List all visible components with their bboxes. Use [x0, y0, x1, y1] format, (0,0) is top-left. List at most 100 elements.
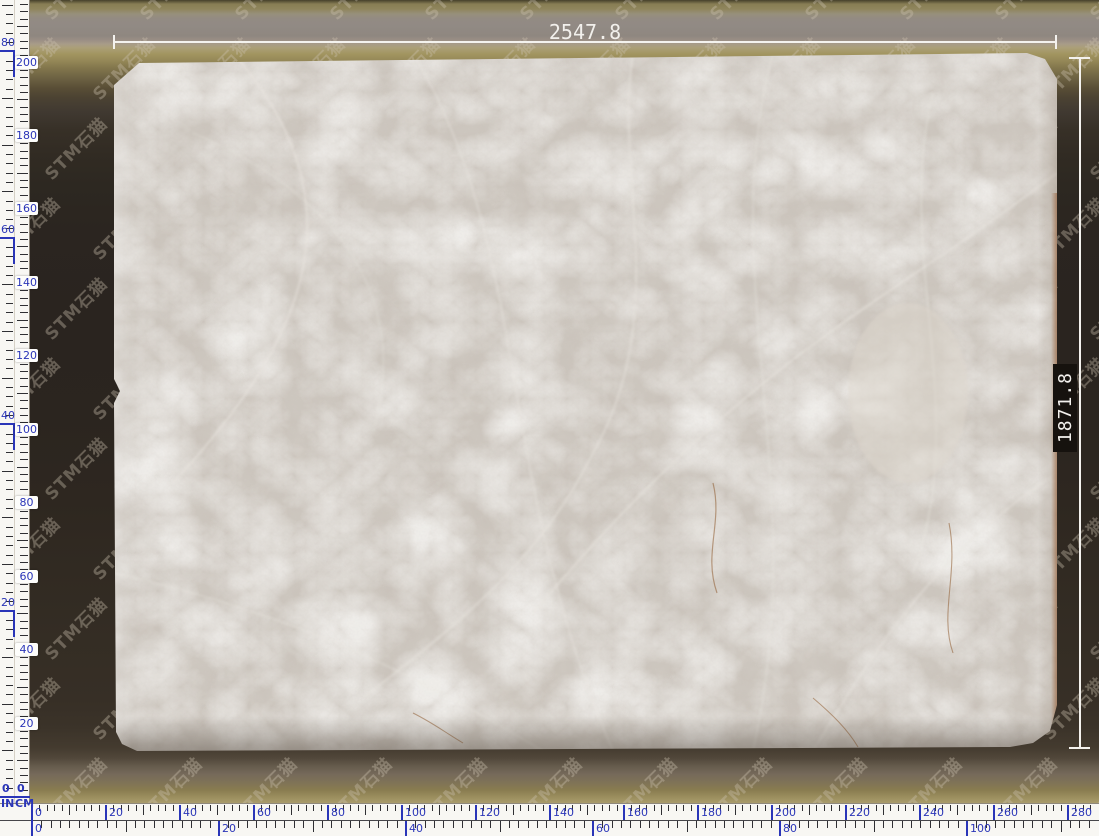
ruler-tick: [20, 525, 28, 526]
ruler-label: 200: [15, 56, 38, 69]
ruler-tick: [654, 805, 655, 811]
ruler-tick: [640, 821, 641, 828]
ruler-tick: [2, 191, 13, 192]
width-dimension-left-tick: [113, 35, 115, 49]
ruler-tick: [677, 821, 678, 828]
ruler-tick: [6, 536, 13, 537]
ruler-tick: [549, 805, 551, 820]
ruler-tick: [20, 599, 28, 600]
ruler-label: 120: [479, 807, 500, 819]
ruler-tick: [6, 322, 13, 323]
ruler-tick: [20, 555, 28, 556]
ruler-tick: [20, 790, 28, 791]
ruler-tick: [20, 386, 28, 387]
ruler-tick: [378, 821, 379, 828]
ruler-tick: [20, 481, 28, 482]
ruler-tick: [20, 702, 28, 703]
ruler-tick: [439, 805, 440, 815]
ruler-tick: [6, 732, 13, 733]
ruler-tick: [966, 821, 968, 836]
ruler-tick: [845, 805, 847, 820]
ruler-tick: [742, 805, 743, 811]
ruler-label: 160: [627, 807, 648, 819]
ruler-tick: [387, 821, 388, 828]
ruler-tick: [565, 821, 566, 828]
ruler-tick: [165, 805, 166, 811]
ruler-tick: [13, 611, 15, 637]
ruler-tick: [20, 591, 28, 592]
ruler-tick: [6, 107, 13, 108]
ruler-tick: [6, 266, 13, 267]
ruler-tick: [6, 676, 13, 677]
ruler-tick: [20, 217, 28, 218]
slab-scan-viewport: STM石猫STM石猫STM石猫STM石猫STM石猫STM石猫STM石猫STM石猫…: [0, 0, 1099, 836]
ruler-tick: [743, 821, 744, 828]
ruler-label: 80: [783, 823, 797, 835]
ruler-tick: [668, 821, 669, 828]
ruler-tick: [911, 821, 912, 828]
ruler-tick: [425, 821, 426, 828]
ruler-tick: [506, 805, 507, 811]
ruler-tick: [6, 788, 13, 789]
ruler-label: 80: [1, 37, 15, 49]
ruler-label: 180: [15, 129, 38, 142]
ruler-tick: [17, 173, 28, 174]
ruler-tick: [350, 805, 351, 811]
ruler-tick: [6, 722, 13, 723]
ruler-tick: [20, 694, 28, 695]
ruler-tick: [658, 821, 659, 828]
ruler-tick: [20, 305, 28, 306]
ruler-tick: [20, 239, 28, 240]
ruler-tick: [883, 821, 884, 828]
ruler-tick: [256, 821, 257, 828]
ruler-tick: [6, 545, 13, 546]
ruler-tick: [2, 471, 13, 472]
ruler-tick: [2, 331, 13, 332]
ruler-tick: [6, 303, 13, 304]
ruler-tick: [6, 620, 13, 621]
ruler-tick: [537, 821, 538, 828]
ruler-tick: [79, 821, 80, 828]
ruler-tick: [948, 821, 949, 828]
ruler-tick: [864, 821, 865, 828]
ruler-tick: [387, 805, 388, 811]
ruler-tick: [831, 805, 832, 811]
ruler-tick: [6, 70, 13, 71]
ruler-label: 0: [35, 823, 42, 835]
ruler-tick: [630, 821, 631, 828]
ruler-tick: [845, 821, 846, 828]
ruler-tick: [20, 628, 28, 629]
ruler-label: 100: [970, 823, 991, 835]
ruler-tick: [321, 805, 322, 811]
ruler-tick: [434, 821, 435, 828]
ruler-tick: [697, 805, 699, 820]
ruler-tick: [17, 540, 28, 541]
ruler-tick: [284, 821, 285, 828]
ruler-tick: [874, 821, 875, 832]
ruler-tick: [520, 805, 521, 811]
ruler-tick: [556, 821, 557, 828]
ruler-tick: [116, 821, 117, 828]
ruler-tick: [876, 805, 877, 811]
ruler-tick: [964, 805, 965, 811]
ruler-tick: [2, 98, 13, 99]
height-dimension-label: 1871.8: [1055, 372, 1076, 443]
ruler-tick: [143, 805, 144, 815]
ruler-left: 2040608020406080100120140160180200: [0, 0, 30, 836]
ruler-tick: [6, 294, 13, 295]
ruler-tick: [20, 85, 28, 86]
ruler-tick: [191, 821, 192, 828]
ruler-tick: [919, 805, 921, 820]
ruler-tick: [6, 741, 13, 742]
ruler-tick: [17, 687, 28, 688]
ruler-tick: [827, 821, 828, 828]
ruler-tick: [232, 805, 233, 811]
ruler-tick: [135, 821, 136, 828]
ruler-tick: [609, 805, 610, 811]
ruler-tick: [6, 760, 13, 761]
ruler-tick: [238, 821, 239, 828]
ruler-tick: [144, 821, 145, 828]
ruler-tick: [957, 805, 958, 815]
ruler-tick: [649, 821, 650, 828]
ruler-tick: [2, 517, 13, 518]
